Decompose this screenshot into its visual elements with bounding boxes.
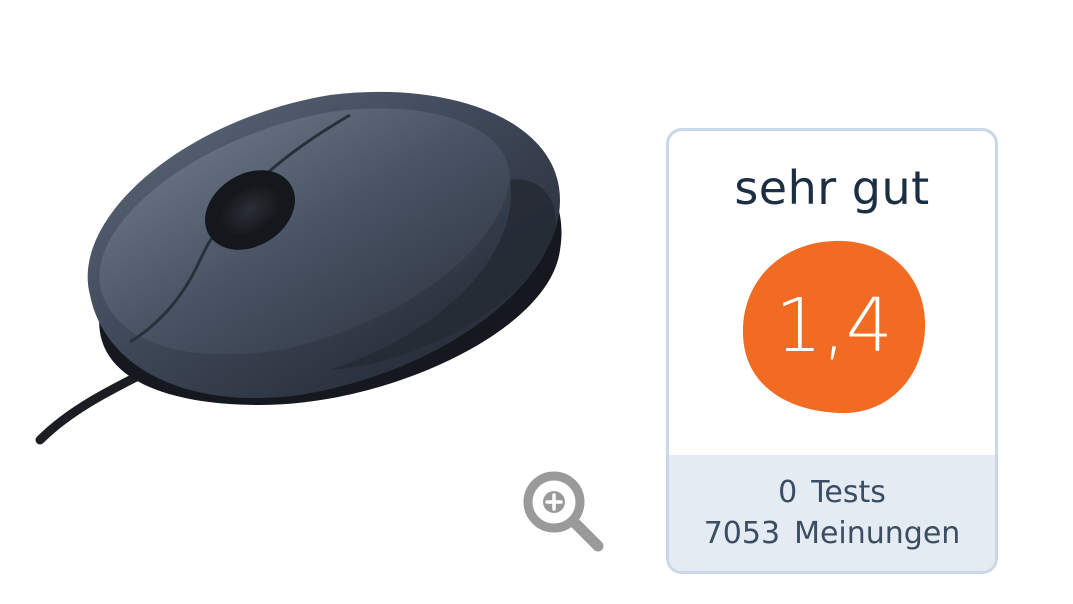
tests-label: Tests: [811, 475, 886, 510]
rating-footer: 0 Tests 7053 Meinungen: [669, 455, 995, 571]
opinions-link[interactable]: 7053 Meinungen: [704, 516, 961, 551]
zoom-in-icon[interactable]: [516, 464, 610, 558]
rating-label: sehr gut: [734, 161, 930, 215]
product-rating-view: sehr gut 1,4 0 Tests 7053 Meinungen: [0, 0, 1073, 604]
tests-count: 0: [778, 475, 798, 510]
grade-value: 1,4: [775, 283, 893, 369]
rating-card[interactable]: sehr gut 1,4 0 Tests 7053 Meinungen: [666, 128, 998, 574]
opinions-count: 7053: [703, 516, 781, 551]
tests-link[interactable]: 0 Tests: [778, 475, 886, 510]
product-image[interactable]: [30, 80, 590, 460]
opinions-label: Meinungen: [794, 516, 961, 551]
